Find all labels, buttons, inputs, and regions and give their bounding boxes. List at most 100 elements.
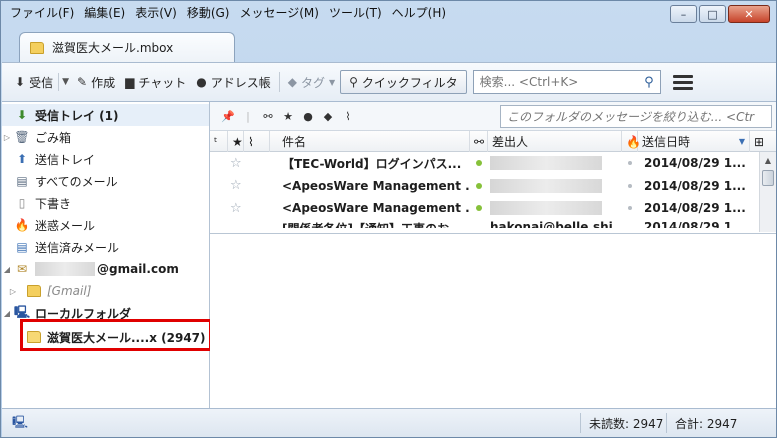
chevron-down-icon: ▼ [62, 77, 69, 87]
column-sender[interactable]: 差出人 [488, 131, 622, 152]
quick-filter-input[interactable] [507, 109, 765, 124]
folder-all-mail[interactable]: ▤ すべてのメール [2, 170, 209, 192]
table-row[interactable]: ☆ <ApeosWare Management ... 2014/08/29 1… [210, 197, 776, 220]
scroll-up-icon[interactable]: ▲ [760, 152, 776, 168]
app-menu-button[interactable] [672, 74, 693, 90]
total-count: 合計: 2947 [666, 413, 756, 433]
tab-mailbox[interactable]: 滋賀医大メール.mbox [19, 32, 235, 62]
folder-sent[interactable]: ▤ 送信済みメール [2, 236, 209, 258]
message-list-header: ᵗ ★ ⌇ 件名 ⚯ 差出人 🔥 送信日時 ▼ ⊞ [210, 131, 776, 152]
junk-status-dot[interactable] [628, 206, 632, 210]
inbox-icon: ⬇ [16, 108, 28, 122]
attachment-filter-icon[interactable]: ⌇ [338, 110, 358, 123]
menu-edit[interactable]: 編集(E) [79, 3, 130, 23]
redacted-sender [490, 178, 602, 193]
folder-icon [30, 41, 44, 54]
search-icon[interactable]: ⚲ [644, 75, 654, 90]
starred-filter-icon[interactable]: ★ [278, 110, 298, 123]
unread-dot-icon[interactable] [476, 182, 482, 189]
expand-arrow-icon[interactable]: ▷ [2, 287, 24, 296]
pencil-icon: ✎ [77, 75, 88, 89]
star-icon[interactable]: ☆ [230, 156, 242, 171]
download-icon: ⬇ [15, 75, 26, 89]
all-mail-icon: ▤ [16, 174, 28, 188]
sort-desc-icon: ▼ [738, 137, 745, 146]
person-icon: ● [196, 75, 207, 89]
attachment-column-icon[interactable]: ⌇ [244, 131, 270, 152]
selection-highlight-box [20, 319, 212, 351]
redacted-sender [490, 201, 602, 215]
quick-filter-bar: 📌 | ⚯ ★ ● ◆ ⌇ [210, 102, 776, 131]
menu-help[interactable]: ヘルプ(H) [387, 3, 451, 23]
tag-button[interactable]: ◆ タグ ▼ [283, 70, 340, 94]
network-status-icon[interactable]: 🖳 [12, 413, 28, 434]
column-date[interactable]: 送信日時 ▼ [638, 131, 750, 152]
collapse-arrow-icon[interactable]: ◢ [2, 309, 12, 318]
quick-filter-search[interactable] [500, 105, 772, 128]
minimize-button[interactable]: – [670, 5, 697, 23]
menu-tools[interactable]: ツール(T) [324, 3, 387, 23]
folder-gmail[interactable]: ▷ [Gmail] [2, 280, 209, 302]
unread-dot-icon[interactable] [476, 160, 482, 166]
close-button[interactable]: ✕ [728, 5, 770, 23]
menu-view[interactable]: 表示(V) [130, 3, 182, 23]
outbox-icon: ⬆ [16, 152, 28, 166]
junk-status-dot[interactable] [628, 161, 632, 165]
message-list-pane: 📌 | ⚯ ★ ● ◆ ⌇ ᵗ ★ ⌇ 件名 ⚯ 差出人 🔥 送信日時▼ ⊞ ☆… [210, 102, 776, 233]
folder-pane: ⬇ 受信トレイ (1) ▷ 🗑 ごみ箱 ⬆ 送信トレイ ▤ すべてのメール ▯ … [2, 102, 210, 408]
collapse-arrow-icon[interactable]: ◢ [2, 265, 12, 274]
unread-filter-icon[interactable]: ⚯ [258, 110, 278, 123]
menu-message[interactable]: メッセージ(M) [234, 3, 323, 23]
table-row[interactable]: ☆ <ApeosWare Management ... 2014/08/29 1… [210, 175, 776, 198]
trash-icon: 🗑 [14, 130, 30, 144]
tag-filter-icon[interactable]: ◆ [318, 110, 338, 123]
message-list-scrollbar[interactable]: ▲ [759, 152, 776, 232]
menu-file[interactable]: ファイル(F) [5, 3, 79, 23]
star-column-icon[interactable]: ★ [228, 131, 244, 152]
redacted-sender [490, 156, 602, 170]
get-mail-dropdown[interactable]: ▼ [58, 73, 72, 91]
column-subject[interactable]: 件名 [270, 131, 470, 152]
junk-column-icon[interactable]: 🔥 [622, 131, 641, 152]
folder-trash[interactable]: ▷ 🗑 ごみ箱 [2, 126, 209, 148]
quick-filter-button[interactable]: ⚲ クイックフィルタ [340, 70, 467, 94]
main-toolbar: ⬇ 受信 ▼ ✎ 作成 ▆ チャット ● アドレス帳 ◆ タグ ▼ ⚲ クイック… [2, 62, 776, 102]
redacted-address [35, 262, 95, 276]
thunderbird-window: ファイル(F) 編集(E) 表示(V) 移動(G) メッセージ(M) ツール(T… [0, 0, 777, 438]
star-icon[interactable]: ☆ [230, 178, 242, 193]
write-button[interactable]: ✎ 作成 [72, 70, 120, 94]
expand-arrow-icon[interactable]: ▷ [2, 133, 12, 142]
contact-filter-icon[interactable]: ● [298, 110, 318, 123]
folder-junk[interactable]: 🔥 迷惑メール [2, 214, 209, 236]
maximize-button[interactable]: □ [699, 5, 726, 23]
thread-column-icon[interactable]: ᵗ [210, 131, 228, 152]
folder-outbox[interactable]: ⬆ 送信トレイ [2, 148, 209, 170]
table-row[interactable]: ☆ 【TEC-World】ログインパス... 2014/08/29 1... [210, 152, 776, 175]
pin-icon[interactable]: 📌 [218, 110, 238, 123]
unread-count: 未読数: 2947 [580, 413, 666, 433]
folder-drafts[interactable]: ▯ 下書き [2, 192, 209, 214]
scroll-thumb[interactable] [762, 170, 774, 186]
global-search-box[interactable]: ⚲ [472, 70, 661, 94]
search-input[interactable] [479, 75, 645, 89]
column-picker-icon[interactable]: ⊞ [750, 131, 776, 152]
toolbar-separator [278, 72, 280, 92]
sent-icon: ▤ [16, 240, 28, 254]
address-book-button[interactable]: ● アドレス帳 [191, 70, 276, 94]
star-icon[interactable]: ☆ [230, 201, 242, 216]
menu-go[interactable]: 移動(G) [182, 3, 235, 23]
window-controls: – □ ✕ [670, 5, 770, 23]
junk-status-dot[interactable] [628, 183, 632, 188]
unread-dot-icon[interactable] [476, 205, 482, 211]
magnifier-icon: ⚲ [349, 75, 358, 89]
read-column-icon[interactable]: ⚯ [470, 131, 488, 152]
drafts-icon: ▯ [18, 196, 26, 210]
status-bar: 🖳 未読数: 2947 合計: 2947 [2, 408, 776, 437]
table-row[interactable]: [関係者各位]【通知】工事のお... hakonai@belle.shi... … [210, 220, 776, 228]
chat-button[interactable]: ▆ チャット [120, 70, 191, 94]
chat-icon: ▆ [125, 75, 135, 89]
folder-inbox[interactable]: ⬇ 受信トレイ (1) [2, 104, 209, 126]
local-computer-icon: 🖳 [14, 304, 31, 319]
get-mail-button[interactable]: ⬇ 受信 [10, 70, 58, 94]
account-gmail[interactable]: ◢ ✉ @gmail.com [2, 258, 209, 280]
